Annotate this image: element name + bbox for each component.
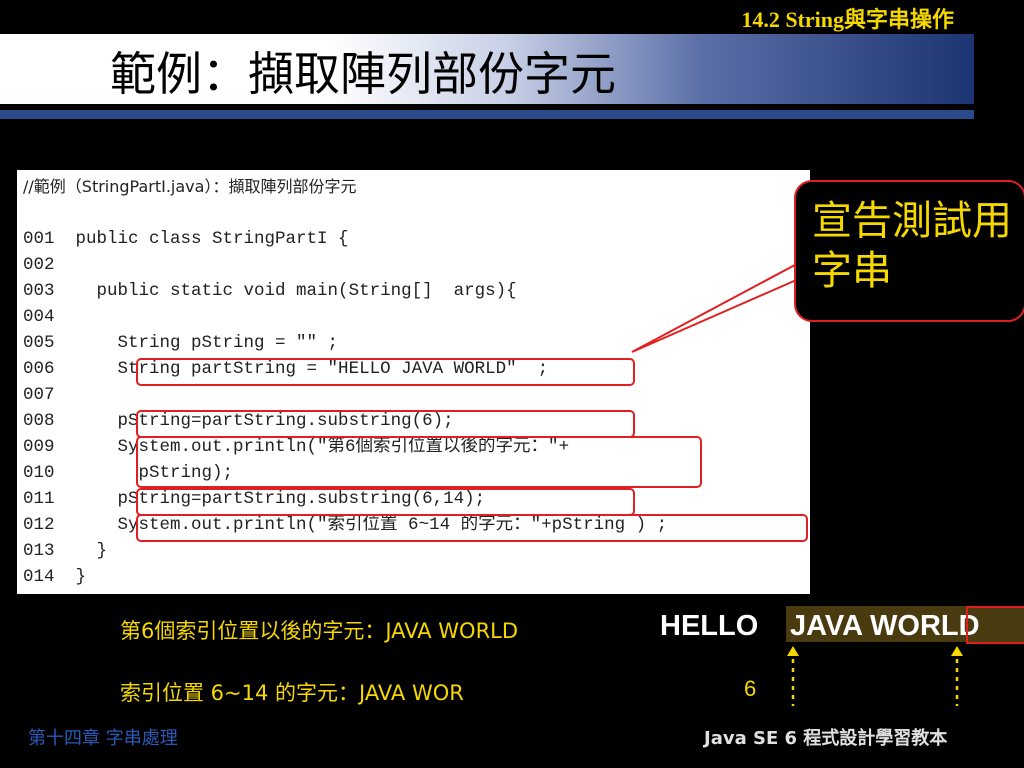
line-number: 004 (23, 307, 55, 327)
line-number: 008 (23, 411, 55, 431)
line-number: 012 (23, 515, 55, 535)
demo-end-marker-box (966, 606, 1024, 644)
callout-text: 宣告測試用字串 (812, 198, 1012, 294)
line-number: 003 (23, 281, 55, 301)
line-number: 002 (23, 255, 55, 275)
code-line: 005 String pString = "" ; (23, 330, 338, 356)
code-line: 003 public static void main(String[] arg… (23, 278, 517, 304)
line-number: 005 (23, 333, 55, 353)
line-code: String pString = "" ; (54, 333, 339, 353)
line-number: 010 (23, 463, 55, 483)
highlight-box-substring6 (136, 410, 635, 438)
line-number: 013 (23, 541, 55, 561)
line-number: 001 (23, 229, 55, 249)
result-line-1: 第6個索引位置以後的字元：JAVA WORLD (120, 619, 519, 643)
code-listing-panel: //範例（StringPartI.java）：擷取陣列部份字元 001 publ… (17, 170, 810, 594)
code-comment: //範例（StringPartI.java）：擷取陣列部份字元 (23, 177, 357, 196)
footer-book-title: Java SE 6 程式設計學習教本 (704, 728, 948, 749)
line-number: 014 (23, 567, 55, 587)
highlight-box-partstring (136, 358, 635, 386)
highlight-box-println1 (136, 436, 702, 488)
highlight-box-substring614 (136, 488, 635, 516)
slide-title: 範例：擷取陣列部份字元 (110, 47, 616, 101)
arrow-index-6-head (787, 646, 799, 656)
line-code: } (54, 567, 87, 587)
highlight-box-println2 (136, 514, 808, 542)
line-code: } (54, 541, 108, 561)
line-number: 011 (23, 489, 55, 509)
result-line-2: 索引位置 6~14 的字元：JAVA WOR (120, 681, 464, 705)
code-line: 007 (23, 382, 55, 408)
section-label: 14.2 String與字串操作 (741, 7, 954, 32)
line-code: public class StringPartI { (54, 229, 349, 249)
title-underline-bar (0, 110, 974, 119)
code-line: 002 (23, 252, 55, 278)
code-line: 013 } (23, 538, 107, 564)
demo-string-plain: HELLO (660, 610, 759, 642)
demo-string-highlighted: JAVA WORLD (790, 610, 980, 642)
code-line: 014 } (23, 564, 86, 590)
line-number: 006 (23, 359, 55, 379)
line-number: 009 (23, 437, 55, 457)
line-code: public static void main(String[] args){ (54, 281, 517, 301)
code-line: 001 public class StringPartI { (23, 226, 349, 252)
code-line: 004 (23, 304, 55, 330)
footer-chapter: 第十四章 字串處理 (28, 728, 178, 749)
line-number: 007 (23, 385, 55, 405)
arrow-index-14-head (951, 646, 963, 656)
index-label: 6 (744, 676, 757, 701)
